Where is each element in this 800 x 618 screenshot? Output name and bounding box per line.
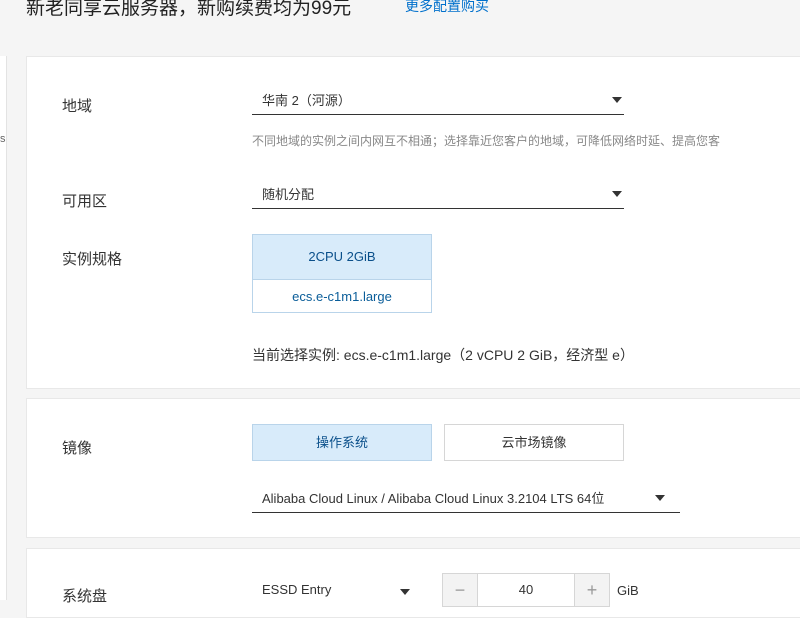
instance-spec-card[interactable]: 2CPU 2GiB ecs.e-c1m1.large (252, 234, 432, 313)
more-configs-link[interactable]: 更多配置购买 (405, 0, 489, 16)
current-instance-text: 当前选择实例: ecs.e-c1m1.large（2 vCPU 2 GiB，经济… (252, 347, 634, 363)
decrease-button[interactable]: − (443, 574, 478, 606)
left-panel-text: s (0, 133, 6, 145)
system-disk-label: 系统盘 (62, 588, 108, 605)
chevron-down-icon (400, 589, 410, 595)
chevron-down-icon (612, 191, 622, 197)
image-label: 镜像 (62, 440, 93, 457)
spec-cpu-mem: 2CPU 2GiB (253, 235, 431, 280)
image-config-card (26, 398, 800, 538)
disk-unit: GiB (617, 583, 639, 598)
os-image-value: Alibaba Cloud Linux / Alibaba Cloud Linu… (262, 491, 605, 506)
tab-os[interactable]: 操作系统 (252, 424, 432, 461)
disk-size-input[interactable]: 40 (477, 574, 575, 606)
spec-label: 实例规格 (62, 251, 123, 268)
chevron-down-icon (612, 97, 622, 103)
os-image-select[interactable]: Alibaba Cloud Linux / Alibaba Cloud Linu… (252, 483, 680, 513)
region-select[interactable]: 华南 2（河源） (252, 85, 624, 115)
region-hint: 不同地域的实例之间内网互不相通；选择靠近您客户的地域，可降低网络时延、提高您客 (252, 134, 721, 148)
zone-label: 可用区 (62, 193, 108, 210)
zone-value: 随机分配 (262, 187, 315, 202)
tab-marketplace-image[interactable]: 云市场镜像 (444, 424, 624, 461)
spec-name: ecs.e-c1m1.large (292, 289, 392, 304)
disk-type-value: ESSD Entry (262, 582, 332, 597)
disk-type-select[interactable]: ESSD Entry (252, 577, 416, 607)
disk-size-stepper: − 40 + (442, 573, 610, 607)
increase-button[interactable]: + (574, 574, 609, 606)
region-value: 华南 2（河源） (262, 93, 351, 108)
promo-banner: 新老同享云服务器，新购续费均为99元 更多配置购买 (0, 0, 800, 44)
chevron-down-icon (655, 495, 665, 501)
zone-select[interactable]: 随机分配 (252, 179, 624, 209)
region-label: 地域 (62, 98, 93, 115)
promo-text: 新老同享云服务器，新购续费均为99元 (26, 0, 352, 19)
